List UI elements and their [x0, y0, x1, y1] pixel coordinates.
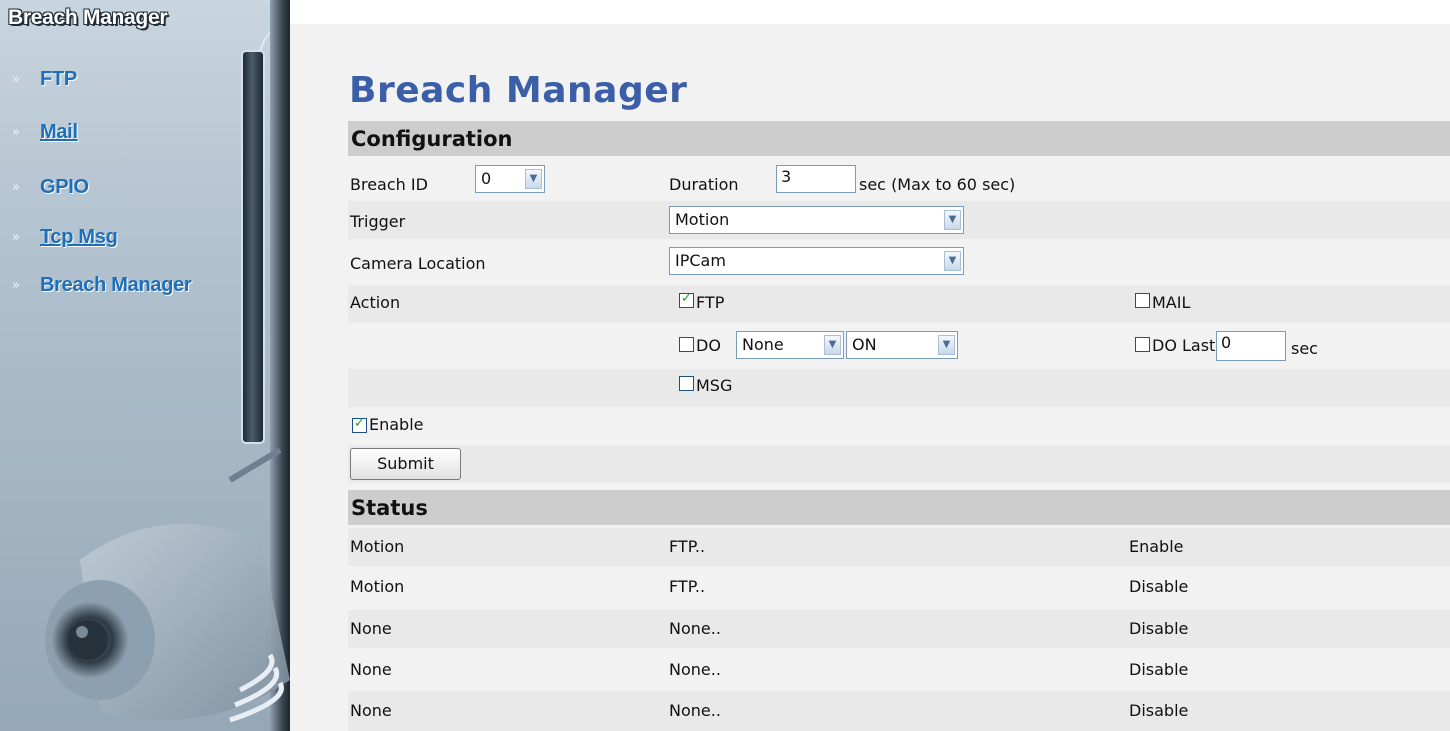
ftp-checkbox[interactable]	[679, 291, 694, 308]
status-header: Status	[348, 490, 1450, 525]
enable-row: Enable	[348, 407, 1450, 445]
camera-location-label: Camera Location	[350, 254, 486, 273]
do-last-suffix: sec	[1291, 339, 1318, 358]
do-last-input[interactable]: 0	[1216, 331, 1286, 361]
double-chevron-right-icon: »	[12, 277, 20, 293]
sidebar-item-label: Mail	[40, 120, 78, 143]
status-state: Enable	[1129, 537, 1184, 556]
camera-location-select[interactable]: IPCam ▼	[669, 247, 964, 275]
double-chevron-right-icon: »	[12, 71, 20, 87]
msg-checkbox[interactable]	[679, 376, 694, 391]
camera-location-value: IPCam	[675, 251, 726, 270]
do-checkbox[interactable]	[679, 337, 694, 352]
chevron-down-icon: ▼	[944, 210, 961, 230]
duration-suffix: sec (Max to 60 sec)	[859, 175, 1016, 194]
trigger-value: Motion	[675, 210, 730, 229]
chevron-down-icon: ▼	[944, 251, 961, 271]
status-state: Disable	[1129, 619, 1189, 638]
page-title: Breach Manager	[349, 70, 688, 111]
double-chevron-right-icon: »	[12, 229, 20, 245]
top-band	[290, 0, 1450, 24]
breach-id-select[interactable]: 0 ▼	[475, 165, 545, 193]
status-trigger: None	[350, 701, 392, 720]
do-state-select[interactable]: ON ▼	[846, 331, 958, 359]
status-state: Disable	[1129, 660, 1189, 679]
status-row: Motion FTP.. Disable	[348, 568, 1450, 606]
status-state: Disable	[1129, 701, 1189, 720]
main-content: Breach Manager Configuration Breach ID 0…	[290, 0, 1450, 731]
do-last-label: DO Last	[1152, 336, 1216, 355]
trigger-label: Trigger	[350, 212, 406, 231]
status-action: None..	[669, 619, 721, 638]
status-row: None None.. Disable	[348, 691, 1450, 731]
status-row: Motion FTP.. Enable	[348, 528, 1450, 566]
action-label: Action	[350, 293, 401, 312]
chevron-down-icon: ▼	[525, 169, 542, 189]
mail-label: MAIL	[1152, 293, 1191, 312]
sidebar-item-gpio[interactable]: » GPIO	[12, 172, 89, 202]
configuration-header: Configuration	[348, 121, 1450, 156]
do-port-value: None	[742, 335, 784, 354]
enable-label: Enable	[369, 415, 424, 434]
sidebar-item-label: Breach Manager	[40, 273, 192, 296]
status-action: FTP..	[669, 577, 706, 596]
do-last-value: 0	[1221, 333, 1232, 352]
mail-checkbox[interactable]	[1135, 293, 1150, 308]
submit-button[interactable]: Submit	[350, 448, 461, 480]
trigger-select[interactable]: Motion ▼	[669, 206, 964, 234]
camera-location-row: Camera Location IPCam ▼	[348, 243, 1450, 281]
enable-checkbox[interactable]	[352, 416, 367, 433]
duration-input[interactable]: 3	[776, 165, 856, 193]
msg-row: MSG	[348, 369, 1450, 407]
status-row: None None.. Disable	[348, 651, 1450, 689]
double-chevron-right-icon: »	[12, 179, 20, 195]
status-trigger: None	[350, 619, 392, 638]
sidebar: Breach Manager » FTP » Mail » GPIO » Tcp…	[0, 0, 290, 731]
status-row: None None.. Disable	[348, 610, 1450, 648]
breach-id-row: Breach ID 0 ▼ Duration 3 sec (Max to 60 …	[348, 156, 1450, 194]
chevron-down-icon: ▼	[938, 335, 955, 355]
breach-id-label: Breach ID	[350, 175, 428, 194]
do-last-checkbox[interactable]	[1135, 337, 1150, 352]
status-action: None..	[669, 701, 721, 720]
status-action: FTP..	[669, 537, 706, 556]
double-chevron-right-icon: »	[12, 124, 20, 140]
do-port-select[interactable]: None ▼	[736, 331, 844, 359]
msg-label: MSG	[696, 376, 733, 395]
submit-row: Submit	[348, 445, 1450, 483]
sidebar-item-ftp[interactable]: » FTP	[12, 64, 77, 94]
sidebar-title: Breach Manager	[8, 6, 168, 29]
camera-icon	[45, 447, 290, 723]
do-label: DO	[696, 336, 721, 355]
status-trigger: Motion	[350, 577, 405, 596]
sidebar-item-mail[interactable]: » Mail	[12, 117, 78, 147]
sidebar-item-breach-manager[interactable]: » Breach Manager	[12, 270, 192, 300]
decorative-bar	[241, 50, 265, 444]
sidebar-item-tcp-msg[interactable]: » Tcp Msg	[12, 222, 118, 252]
do-row: DO None ▼ ON ▼ DO Last 0 sec	[348, 327, 1450, 365]
do-state-value: ON	[852, 335, 877, 354]
sidebar-item-label: GPIO	[40, 175, 89, 198]
chevron-down-icon: ▼	[824, 335, 841, 355]
duration-label: Duration	[669, 175, 739, 194]
duration-value: 3	[781, 167, 792, 186]
action-row: Action FTP MAIL	[348, 285, 1450, 323]
sidebar-item-label: Tcp Msg	[40, 225, 118, 248]
sidebar-item-label: FTP	[40, 67, 77, 90]
status-state: Disable	[1129, 577, 1189, 596]
status-trigger: None	[350, 660, 392, 679]
ftp-label: FTP	[696, 293, 725, 312]
status-trigger: Motion	[350, 537, 405, 556]
trigger-row: Trigger Motion ▼	[348, 201, 1450, 239]
status-action: None..	[669, 660, 721, 679]
breach-id-value: 0	[481, 169, 492, 188]
